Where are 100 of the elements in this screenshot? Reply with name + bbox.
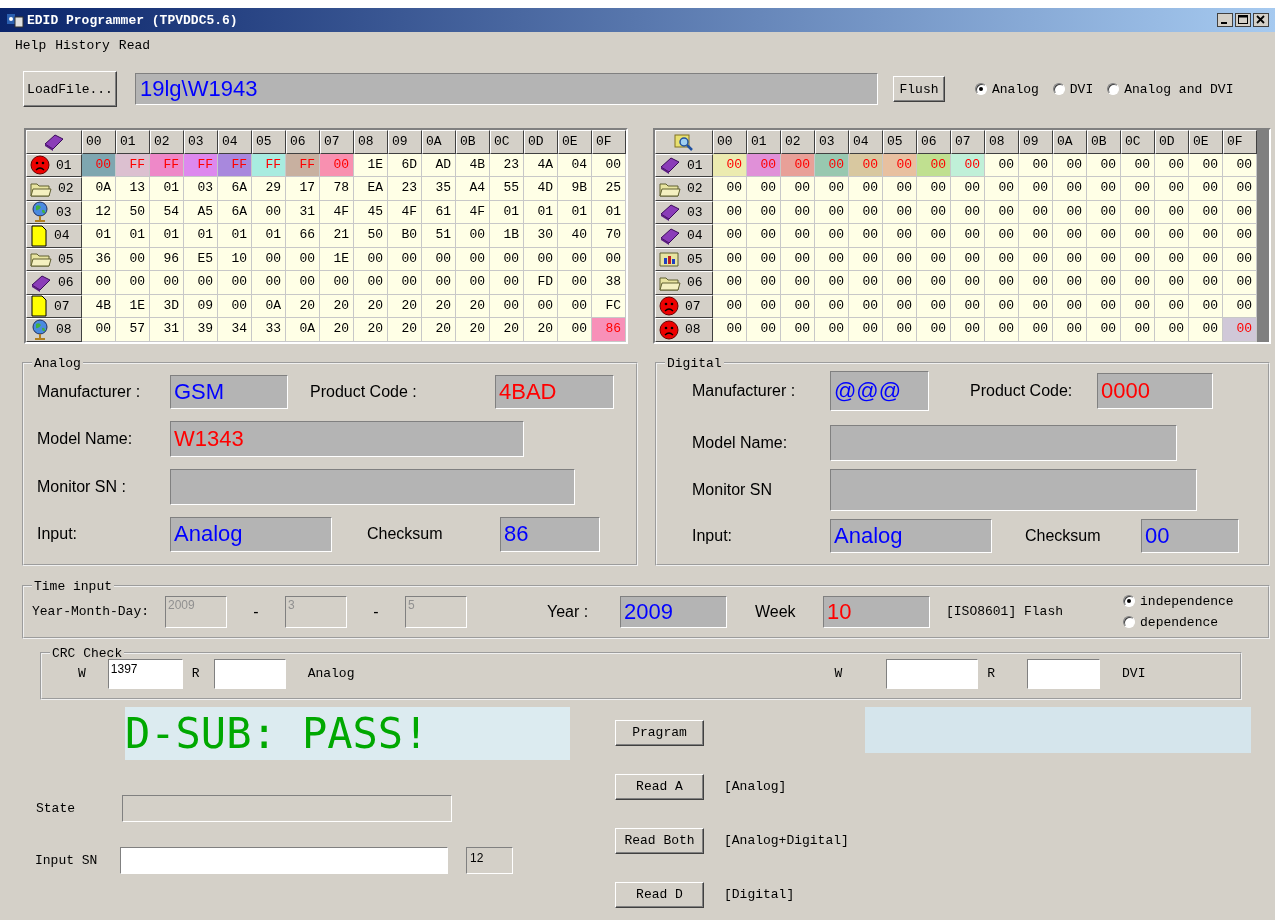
hex-cell: 00 [917,200,951,224]
hex-cell: 04 [558,153,592,177]
hex-cell: 66 [286,224,320,248]
hex-cell: 00 [1155,153,1189,177]
hex-cell: 00 [815,271,849,295]
field-label: W [78,666,86,681]
minimize-icon[interactable] [1217,13,1233,27]
app-icon [6,11,24,29]
year-field[interactable]: 2009 [620,595,727,628]
hex-cell: 00 [951,177,985,201]
radio-label[interactable]: Analog [992,81,1039,97]
input-field[interactable]: 1397 [107,658,183,689]
menu-item[interactable]: History [55,38,110,54]
field-label: R [987,666,996,681]
radio-label[interactable]: independence [1140,593,1234,609]
hex-cell: 6D [388,153,422,177]
column-header: 03 [184,130,218,154]
hex-cell: 35 [422,177,456,201]
menu-item[interactable]: Help [15,38,47,54]
read-button[interactable]: Read Both [615,827,704,854]
text-field[interactable] [830,468,1197,511]
text-field[interactable]: Analog [170,516,332,552]
hex-cell: 00 [883,153,917,177]
radio-button[interactable] [1123,595,1136,607]
hex-cell: 00 [815,177,849,201]
group-title: Digital [666,355,723,371]
frown-icon [659,319,679,340]
hex-cell: 1E [354,153,388,177]
hex-cell: 12 [82,200,116,224]
hex-cell: 00 [1053,247,1087,271]
radio-label[interactable]: dependence [1140,614,1219,630]
hex-cell: 20 [422,318,456,342]
maximize-icon[interactable] [1235,13,1251,27]
hex-cell: 00 [116,247,150,271]
hex-cell: 13 [116,177,150,201]
read-button[interactable]: Read A [615,773,704,800]
hex-cell: FF [218,153,252,177]
hex-cell: 00 [490,271,524,295]
hex-cell: 00 [985,271,1019,295]
hex-cell: 00 [747,177,781,201]
hex-cell: 00 [713,177,747,201]
text-field[interactable]: Analog [830,518,992,553]
input-field[interactable] [120,846,448,874]
hex-cell: 4B [82,294,116,318]
radio-button[interactable] [975,83,987,95]
menu-item[interactable]: Read [118,38,151,54]
hex-cell: 00 [82,153,116,177]
column-header: 0A [1053,130,1087,154]
hex-cell: 33 [252,318,286,342]
hex-cell: 00 [1087,200,1121,224]
close-icon[interactable] [1253,13,1269,27]
hex-cell: 00 [713,200,747,224]
text-field[interactable] [170,468,575,505]
radio-label[interactable]: Analog and DVI [1124,81,1234,97]
text-field[interactable] [830,424,1177,461]
read-note: [Analog+Digital] [724,833,849,848]
field-label: DVI [1122,666,1146,681]
text-field[interactable]: 00 [1141,518,1239,553]
input-field[interactable] [213,658,286,689]
hex-cell: 00 [815,294,849,318]
hex-cell: 00 [883,200,917,224]
hex-cell: 00 [815,224,849,248]
hex-cell: 00 [1121,224,1155,248]
column-header: 02 [150,130,184,154]
hex-cell: 00 [252,200,286,224]
hex-cell: 01 [184,224,218,248]
flush-button[interactable]: Flush [893,76,945,102]
radio-button[interactable] [1107,83,1120,95]
hex-cell: 45 [354,200,388,224]
column-header: 0C [1121,130,1155,154]
input-field[interactable] [1027,658,1101,689]
read-note: [Digital] [724,887,795,902]
hex-cell: 00 [558,318,592,342]
field-label: Analog [307,666,355,681]
input-field[interactable] [886,658,979,689]
hex-cell: 00 [1155,247,1189,271]
hex-cell: 4D [524,177,558,201]
hex-cell: 31 [150,318,184,342]
hex-cell: 00 [747,247,781,271]
hex-cell: 00 [917,177,951,201]
hex-cell: 38 [592,271,626,295]
file-path-field[interactable]: 19lg\W1943 [135,73,878,105]
radio-button[interactable] [1052,83,1065,95]
program-button[interactable]: Pragram [615,719,704,746]
radio-label[interactable]: DVI [1069,81,1094,97]
radio-button[interactable] [1123,616,1136,628]
field-label: Product Code: [970,381,1074,400]
row-number: 03 [56,204,72,220]
field-label: W [834,666,843,681]
text-field[interactable]: GSM [170,374,288,409]
load-file-button[interactable]: LoadFile... [23,71,117,107]
hex-cell: 20 [422,294,456,318]
hex-cell: 20 [388,318,422,342]
text-field[interactable]: 86 [500,516,600,552]
column-header: 0E [1189,130,1223,154]
hex-cell: 4F [388,200,422,224]
read-button[interactable]: Read D [615,881,704,908]
hex-cell: 00 [849,153,883,177]
hex-cell: A5 [184,200,218,224]
text-field[interactable]: @@@ [830,370,929,411]
